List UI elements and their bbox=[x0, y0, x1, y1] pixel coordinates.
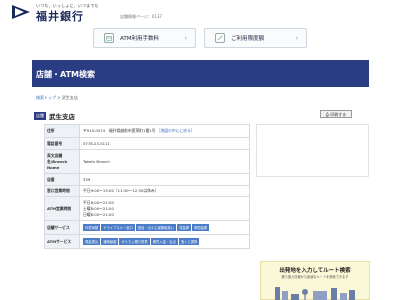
printer-icon: ⎙ bbox=[325, 112, 329, 117]
route-search-title: 出発地を入力してルート検索 bbox=[279, 268, 351, 274]
page-title: 店舗・ATM検索 bbox=[36, 70, 95, 79]
branch-heading: 店舗 武生支店 bbox=[34, 111, 75, 121]
map-panel[interactable] bbox=[256, 124, 369, 177]
store-badge: 店舗 bbox=[34, 112, 46, 120]
english-name-label: 英文店舗名/Branch Name bbox=[44, 149, 80, 174]
branch-code-label: 店番 bbox=[44, 173, 80, 186]
atm-fee-label: ATM利用手数料 bbox=[120, 36, 159, 42]
table-row: 店舗サービス 外貨両替 ドライブスルー窓口 投信・ぜんむ保険取扱い 貸金庫 夜間金庫 bbox=[44, 220, 250, 235]
usage-limit-button[interactable]: ご利用限度額 › bbox=[204, 28, 307, 48]
route-search-banner[interactable]: 出発地を入力してルート検索 乗り換え情報から最適なルートを検索できます bbox=[260, 261, 370, 300]
service-tag: ゆうちょ銀行提携 bbox=[119, 238, 150, 245]
service-tag: ドライブスルー窓口 bbox=[101, 224, 135, 231]
atm-card-icon bbox=[104, 33, 114, 43]
phone-value: 0778-23-5111 bbox=[79, 137, 250, 150]
service-tag: 硬貨入金・払出 bbox=[150, 238, 178, 245]
site-header: いつも、いっしょに、いつまでも 福井銀行 店舗情報ページ：0137 bbox=[0, 0, 400, 24]
branch-name: 武生支店 bbox=[49, 113, 75, 121]
chevron-right-icon: › bbox=[295, 35, 298, 42]
table-row: ATMサービス 現金振込 通帳繰越 ゆうちょ銀行提携 硬貨入金・払出 宝くじ提携 bbox=[44, 234, 250, 249]
breadcrumb-current: 武生支店 bbox=[61, 95, 78, 100]
edit-icon bbox=[215, 33, 225, 43]
address-value: 〒915-0074 福井県越前市蓬莱町1番1号 bbox=[83, 128, 156, 133]
service-tag: 外貨両替 bbox=[83, 224, 101, 231]
header-note: 店舗情報ページ：0137 bbox=[120, 14, 163, 19]
service-tag: 通帳繰越 bbox=[101, 238, 119, 245]
atm-fee-button[interactable]: ATM利用手数料 › bbox=[93, 28, 196, 48]
map-center-link[interactable]: ［地図の中心に戻る］ bbox=[157, 128, 195, 133]
service-tag: 宝くじ提携 bbox=[178, 238, 200, 245]
atm-hours-label: ATM営業時間 bbox=[44, 196, 80, 221]
table-row: 窓口営業時間 平日9:00～15:00（11:30～12:30は休み） bbox=[44, 185, 250, 197]
store-services-label: 店舗サービス bbox=[44, 220, 80, 235]
bank-name[interactable]: 福井銀行 bbox=[36, 8, 84, 24]
service-tag: 貸金庫 bbox=[177, 224, 192, 231]
page-title-bar: 店舗・ATM検索 bbox=[32, 60, 369, 87]
service-tag: 夜間金庫 bbox=[192, 224, 210, 231]
service-tag: 現金振込 bbox=[83, 238, 101, 245]
table-row: 住所 〒915-0074 福井県越前市蓬莱町1番1号 ［地図の中心に戻る］ bbox=[44, 124, 250, 138]
chevron-right-icon: › bbox=[184, 35, 187, 42]
breadcrumb: 検索トップ > 武生支店 bbox=[36, 95, 78, 101]
phone-label: 電話番号 bbox=[44, 137, 80, 150]
table-row: 英文店舗名/Branch Name Takefu Branch bbox=[44, 149, 250, 174]
window-hours-value: 平日9:00～15:00（11:30～12:30は休み） bbox=[79, 185, 250, 197]
address-label: 住所 bbox=[44, 124, 80, 138]
table-row: ATM営業時間 平日8:00～21:00 土曜8:00～21:00 日曜8:00… bbox=[44, 196, 250, 221]
table-row: 電話番号 0778-23-5111 bbox=[44, 137, 250, 150]
print-label: 印刷する bbox=[330, 112, 347, 117]
service-tag: 投信・ぜんむ保険取扱い bbox=[135, 224, 177, 231]
print-button[interactable]: ⎙ 印刷する bbox=[320, 110, 352, 118]
usage-limit-label: ご利用限度額 bbox=[231, 36, 265, 42]
branch-info-table: 住所 〒915-0074 福井県越前市蓬莱町1番1号 ［地図の中心に戻る］ 電話… bbox=[44, 124, 250, 249]
atm-hours-sunday: 日曜8:00～21:00 bbox=[83, 211, 114, 217]
branch-code-value: 339 bbox=[79, 173, 250, 186]
window-hours-label: 窓口営業時間 bbox=[44, 185, 80, 197]
atm-services-label: ATMサービス bbox=[44, 234, 80, 249]
breadcrumb-home-link[interactable]: 検索トップ bbox=[36, 95, 56, 100]
city-skyline-icon bbox=[275, 287, 355, 300]
breadcrumb-separator: > bbox=[57, 95, 61, 100]
bank-logo-icon[interactable] bbox=[12, 5, 30, 19]
table-row: 店番 339 bbox=[44, 173, 250, 186]
english-name-value: Takefu Branch bbox=[79, 149, 250, 174]
